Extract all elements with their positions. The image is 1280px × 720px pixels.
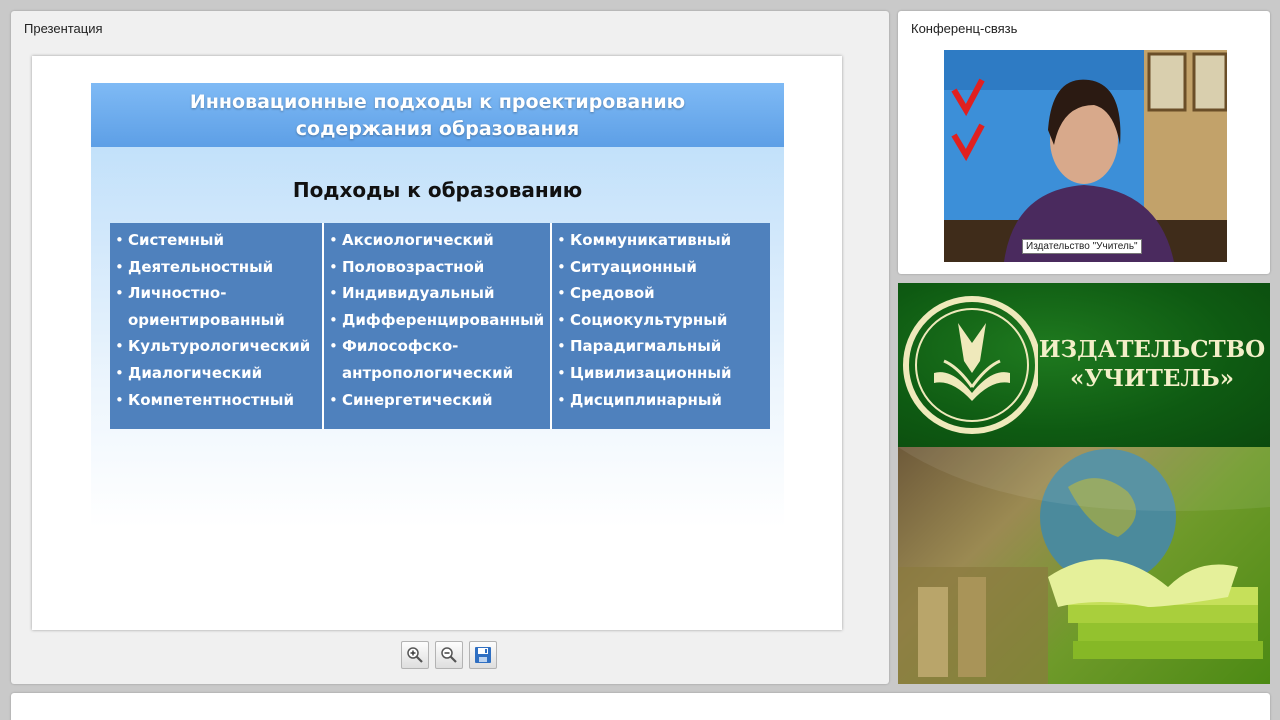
zoom-in-icon xyxy=(407,647,423,663)
books-globe-illustration xyxy=(898,447,1270,684)
conference-panel-title: Конференц-связь xyxy=(911,21,1018,36)
publisher-name: ИЗДАТЕЛЬСТВО «УЧИТЕЛЬ» xyxy=(1038,335,1266,393)
approach-item: Половозрастной xyxy=(324,254,550,281)
conference-panel: Конференц-связь Издательство "Учитель" xyxy=(898,11,1270,274)
zoom-in-button[interactable] xyxy=(401,641,429,669)
approach-item: Цивилизационный xyxy=(552,360,770,387)
approach-item: Индивидуальный xyxy=(324,280,550,307)
approach-item: Компетентностный xyxy=(110,387,322,414)
approach-item: Средовой xyxy=(552,280,770,307)
approaches-column-1: Системный Деятельностный Личностно- орие… xyxy=(110,223,322,429)
slide-heading: Инновационные подходы к проектированию с… xyxy=(91,83,784,147)
approach-item: Системный xyxy=(110,227,322,254)
video-feed[interactable]: Издательство "Учитель" xyxy=(944,50,1227,262)
approach-item: Аксиологический xyxy=(324,227,550,254)
approach-item: Философско- антропологический xyxy=(324,333,550,386)
approaches-column-2: Аксиологический Половозрастной Индивидуа… xyxy=(322,223,550,429)
approach-item: Диалогический xyxy=(110,360,322,387)
approach-item: Дифференцированный xyxy=(324,307,550,334)
approach-item: Дисциплинарный xyxy=(552,387,770,414)
presentation-panel: Презентация Инновационные подходы к прое… xyxy=(11,11,889,684)
zoom-out-icon xyxy=(441,647,457,663)
presentation-slide: Инновационные подходы к проектированию с… xyxy=(32,56,842,630)
save-button[interactable] xyxy=(469,641,497,669)
approach-item: Ситуационный xyxy=(552,254,770,281)
approach-item: Коммуникативный xyxy=(552,227,770,254)
books-globe-image xyxy=(898,447,1270,684)
approach-item: Культурологический xyxy=(110,333,322,360)
bottom-panel xyxy=(11,693,1270,720)
participant-name-label: Издательство "Учитель" xyxy=(1022,239,1142,254)
approaches-column-3: Коммуникативный Ситуационный Средовой Со… xyxy=(550,223,770,429)
slide-content: Инновационные подходы к проектированию с… xyxy=(91,83,784,528)
approaches-table: Системный Деятельностный Личностно- орие… xyxy=(110,223,770,429)
approach-item: Синергетический xyxy=(324,387,550,414)
presentation-panel-title: Презентация xyxy=(24,21,103,36)
approach-item: Социокультурный xyxy=(552,307,770,334)
slide-toolbar xyxy=(401,641,497,669)
floppy-disk-icon xyxy=(475,647,491,663)
zoom-out-button[interactable] xyxy=(435,641,463,669)
publisher-logo-icon xyxy=(903,296,1038,434)
approach-item: Парадигмальный xyxy=(552,333,770,360)
approach-item: Личностно- ориентированный xyxy=(110,280,322,333)
slide-heading-text: Инновационные подходы к проектированию с… xyxy=(189,91,686,140)
approach-item: Деятельностный xyxy=(110,254,322,281)
publisher-banner: ИЗДАТЕЛЬСТВО «УЧИТЕЛЬ» xyxy=(898,283,1270,447)
publisher-name-text: ИЗДАТЕЛЬСТВО «УЧИТЕЛЬ» xyxy=(1038,336,1266,392)
slide-subheading: Подходы к образованию xyxy=(292,178,583,202)
video-image xyxy=(944,50,1227,262)
